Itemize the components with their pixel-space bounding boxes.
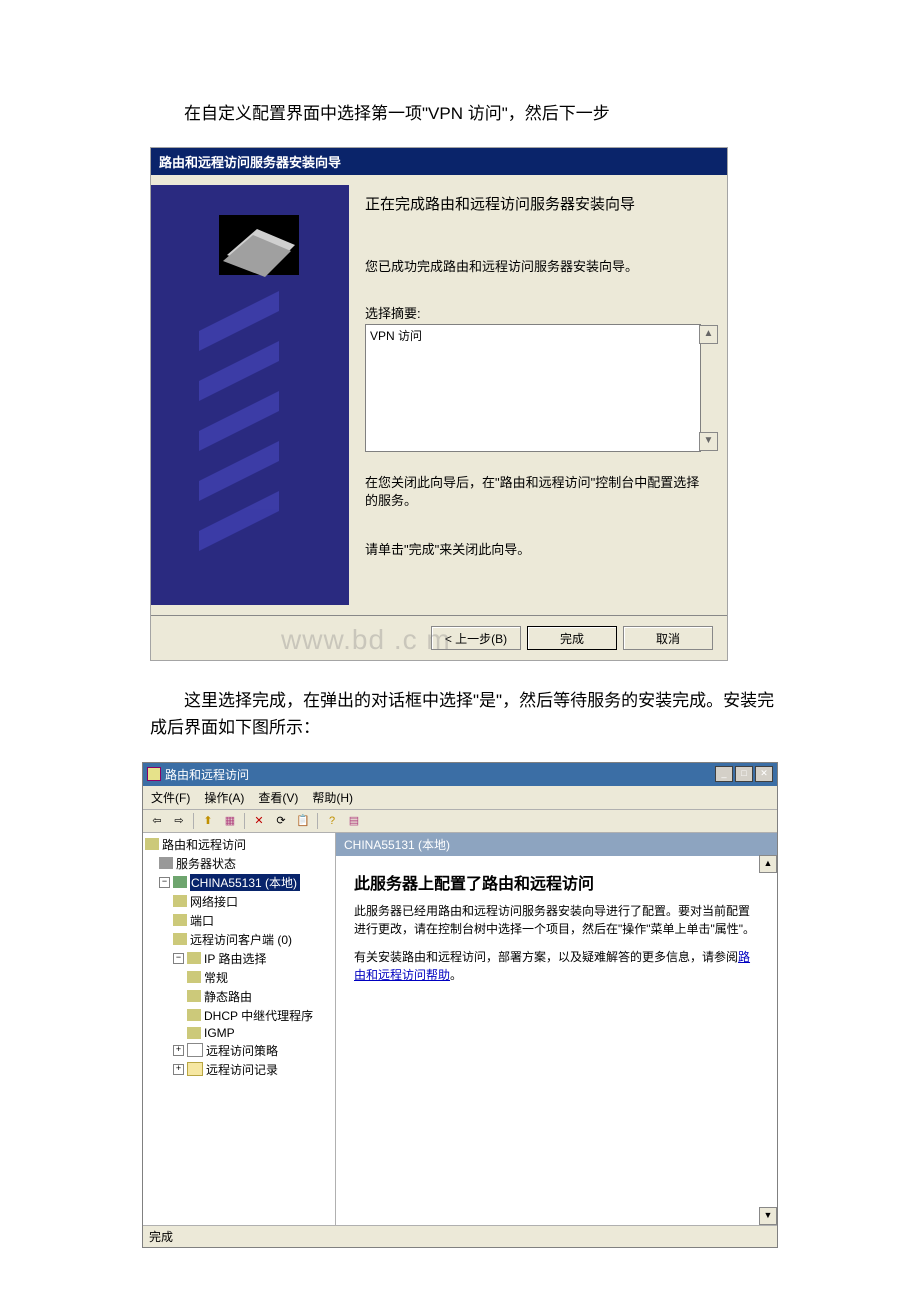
tree-dhcp-relay[interactable]: DHCP 中继代理程序 <box>145 1006 333 1025</box>
expand-icon[interactable]: + <box>173 1045 184 1056</box>
app-icon <box>147 767 161 781</box>
content-scroll-down-icon[interactable]: ▼ <box>759 1207 777 1225</box>
clients-icon <box>173 933 187 945</box>
tree-igmp[interactable]: IGMP <box>145 1025 333 1041</box>
list-icon[interactable]: ▤ <box>346 813 362 829</box>
menu-bar: 文件(F) 操作(A) 查看(V) 帮助(H) <box>143 786 777 810</box>
content-scroll-up-icon[interactable]: ▲ <box>759 855 777 873</box>
tree-host-label: CHINA55131 (本地) <box>190 874 300 891</box>
tree-panel[interactable]: 路由和远程访问 服务器状态 − CHINA55131 (本地) 网络接口 <box>143 833 336 1225</box>
tree-root-label: 路由和远程访问 <box>162 836 246 853</box>
nav-back-icon[interactable]: ⇦ <box>149 813 165 829</box>
wizard-heading: 正在完成路由和远程访问服务器安装向导 <box>365 193 701 214</box>
wizard-window: 路由和远程访问服务器安装向导 <box>150 147 728 661</box>
tree-label: 静态路由 <box>204 988 252 1005</box>
help-icon[interactable]: ? <box>324 813 340 829</box>
policy-icon <box>187 1043 203 1057</box>
folder-icon <box>187 1062 203 1076</box>
tree-label: 服务器状态 <box>176 855 236 872</box>
content-p2-post: 。 <box>450 968 462 982</box>
console-title-bar: 路由和远程访问 _ □ ✕ <box>143 763 777 786</box>
up-folder-icon[interactable]: ⬆ <box>200 813 216 829</box>
narrative-paragraph-1: 在自定义配置界面中选择第一项"VPN 访问"，然后下一步 <box>150 100 790 127</box>
tree-server-status[interactable]: 服务器状态 <box>145 854 333 873</box>
watermark-text: www.bd .c m <box>281 624 451 656</box>
summary-value: VPN 访问 <box>370 329 422 343</box>
dhcp-icon <box>187 1009 201 1021</box>
content-panel: CHINA55131 (本地) ▲ 此服务器上配置了路由和远程访问 此服务器已经… <box>336 833 777 1225</box>
nic-icon <box>173 895 187 907</box>
status-bar: 完成 <box>143 1225 777 1247</box>
port-icon <box>173 914 187 926</box>
router-icon <box>145 838 159 850</box>
tree-label: 端口 <box>190 912 214 929</box>
content-heading: 此服务器上配置了路由和远程访问 <box>354 870 759 894</box>
tree-label: 远程访问客户端 (0) <box>190 931 292 948</box>
menu-file[interactable]: 文件(F) <box>151 789 190 806</box>
properties-icon[interactable]: ▦ <box>222 813 238 829</box>
content-p2-pre: 有关安装路由和远程访问，部署方案，以及疑难解答的更多信息，请参阅 <box>354 950 738 964</box>
narrative-paragraph-2: 这里选择完成，在弹出的对话框中选择"是"，然后等待服务的安装完成。安装完成后界面… <box>150 687 790 741</box>
scroll-down-icon[interactable]: ▼ <box>699 432 718 451</box>
tree-label: 网络接口 <box>190 893 238 910</box>
maximize-button[interactable]: □ <box>735 766 753 782</box>
click-finish-text: 请单击"完成"来关闭此向导。 <box>365 539 701 558</box>
content-paragraph-2: 有关安装路由和远程访问，部署方案，以及疑难解答的更多信息，请参阅路由和远程访问帮… <box>354 948 759 984</box>
tree-remote-policies[interactable]: + 远程访问策略 <box>145 1041 333 1060</box>
expand-icon[interactable]: + <box>173 1064 184 1075</box>
refresh-icon[interactable]: ⟳ <box>273 813 289 829</box>
igmp-icon <box>187 1027 201 1039</box>
minimize-button[interactable]: _ <box>715 766 733 782</box>
server-status-icon <box>159 857 173 869</box>
wizard-success-text: 您已成功完成路由和远程访问服务器安装向导。 <box>365 256 701 275</box>
tree-label: 远程访问策略 <box>206 1042 278 1059</box>
tree-static[interactable]: 静态路由 <box>145 987 333 1006</box>
summary-textbox[interactable]: VPN 访问 ▲ ▼ <box>365 324 701 452</box>
tree-ip-routing[interactable]: − IP 路由选择 <box>145 949 333 968</box>
static-icon <box>187 990 201 1002</box>
finish-button[interactable]: 完成 <box>527 626 617 650</box>
tree-host[interactable]: − CHINA55131 (本地) <box>145 873 333 892</box>
tree-root[interactable]: 路由和远程访问 <box>145 835 333 854</box>
scroll-up-icon[interactable]: ▲ <box>699 325 718 344</box>
console-title-text: 路由和远程访问 <box>165 766 249 783</box>
tree-label: 远程访问记录 <box>206 1061 278 1078</box>
back-button[interactable]: < 上一步(B) <box>431 626 521 650</box>
tree-label: IP 路由选择 <box>204 950 266 967</box>
menu-action[interactable]: 操作(A) <box>204 789 244 806</box>
collapse-icon[interactable]: − <box>159 877 170 888</box>
content-header: CHINA55131 (本地) <box>336 833 777 856</box>
tree-network-if[interactable]: 网络接口 <box>145 892 333 911</box>
cancel-button[interactable]: 取消 <box>623 626 713 650</box>
tree-remote-clients[interactable]: 远程访问客户端 (0) <box>145 930 333 949</box>
close-button[interactable]: ✕ <box>755 766 773 782</box>
toolbar: ⇦ ⇨ ⬆ ▦ ✕ ⟳ 📋 ? ▤ <box>143 810 777 833</box>
wizard-decoration-icon <box>199 211 319 571</box>
content-paragraph-1: 此服务器已经用路由和远程访问服务器安装向导进行了配置。要对当前配置进行更改，请在… <box>354 902 759 938</box>
tree-remote-logs[interactable]: + 远程访问记录 <box>145 1060 333 1079</box>
tree-label: DHCP 中继代理程序 <box>204 1007 313 1024</box>
server-icon <box>173 876 187 888</box>
tree-label: IGMP <box>204 1026 235 1040</box>
tree-general[interactable]: 常规 <box>145 968 333 987</box>
tree-ports[interactable]: 端口 <box>145 911 333 930</box>
routing-icon <box>187 952 201 964</box>
console-window: 路由和远程访问 _ □ ✕ 文件(F) 操作(A) 查看(V) 帮助(H) ⇦ … <box>142 762 778 1248</box>
after-close-text: 在您关闭此向导后，在"路由和远程访问"控制台中配置选择的服务。 <box>365 474 701 510</box>
wizard-title-bar: 路由和远程访问服务器安装向导 <box>151 148 727 175</box>
delete-icon[interactable]: ✕ <box>251 813 267 829</box>
tree-label: 常规 <box>204 969 228 986</box>
summary-label: 选择摘要: <box>365 303 701 322</box>
wizard-side-graphic <box>151 185 349 605</box>
menu-view[interactable]: 查看(V) <box>258 789 298 806</box>
nav-forward-icon[interactable]: ⇨ <box>171 813 187 829</box>
export-icon[interactable]: 📋 <box>295 813 311 829</box>
general-icon <box>187 971 201 983</box>
collapse-icon[interactable]: − <box>173 953 184 964</box>
menu-help[interactable]: 帮助(H) <box>312 789 353 806</box>
